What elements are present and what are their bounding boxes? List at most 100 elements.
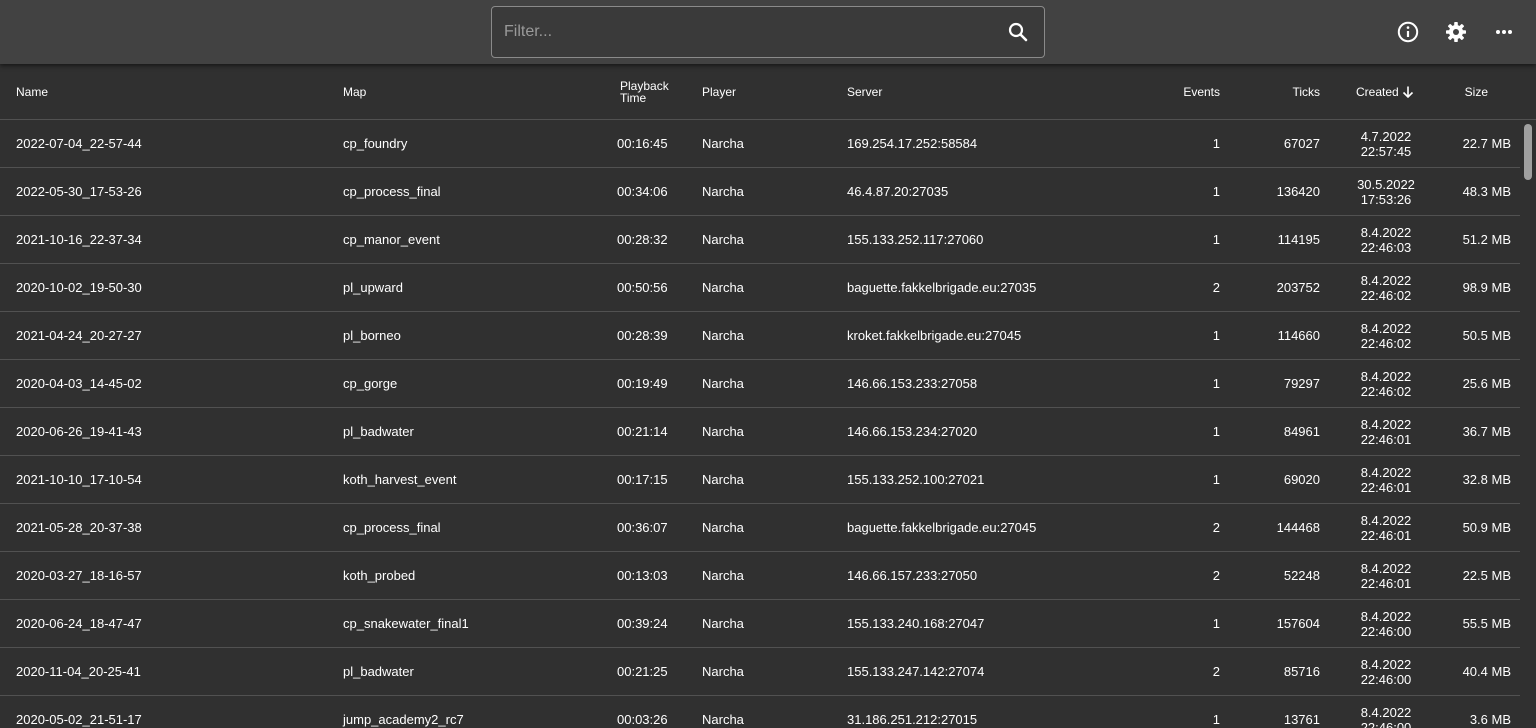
cell-player: Narcha [702,280,744,295]
cell-playback-time: 00:28:32 [617,232,668,247]
table-row[interactable]: 2020-10-02_19-50-30 pl_upward 00:50:56 Narc… [0,264,1520,312]
header-player[interactable]: Player [702,64,822,120]
search-icon[interactable] [1006,20,1030,44]
cell-size: 55.5 MB [1462,616,1511,631]
gear-icon[interactable] [1444,20,1468,44]
table-row[interactable]: 2021-10-10_17-10-54 koth_harvest_event 00:… [0,456,1520,504]
cell-name: 2020-03-27_18-16-57 [16,568,142,583]
cell-playback-time: 00:50:56 [617,280,668,295]
cell-name: 2020-10-02_19-50-30 [16,280,142,295]
more-horiz-icon[interactable] [1492,20,1516,44]
cell-name: 2021-10-10_17-10-54 [16,472,142,487]
cell-player: Narcha [702,136,744,151]
created-time: 22:46:00 [1360,719,1412,728]
created-time: 22:46:00 [1360,623,1412,639]
cell-playback-time: 00:13:03 [617,568,668,583]
cell-playback-time: 00:34:06 [617,184,668,199]
cell-playback-time: 00:21:14 [617,424,668,439]
header-size[interactable]: Size [1440,64,1488,120]
created-date: 8.4.2022 [1360,608,1412,624]
table-row[interactable]: 2020-11-04_20-25-41 pl_badwater 00:21:25 Na… [0,648,1520,696]
created-date: 30.5.2022 [1357,176,1415,192]
header-events[interactable]: Events [1160,64,1220,120]
filter-input[interactable] [504,7,994,56]
table-row[interactable]: 2022-07-04_22-57-44 cp_foundry 00:16:45 Nar… [0,120,1520,168]
cell-ticks: 136420 [1276,184,1320,199]
cell-events: 1 [1212,616,1220,631]
cell-size: 25.6 MB [1462,376,1511,391]
table-row[interactable]: 2020-03-27_18-16-57 koth_probed 00:13:03 Na… [0,552,1520,600]
created-date: 8.4.2022 [1360,512,1412,528]
cell-ticks: 157604 [1276,616,1320,631]
created-time: 22:46:02 [1360,383,1412,399]
table-row[interactable]: 2021-05-28_20-37-38 cp_process_final 00:36… [0,504,1520,552]
header-name[interactable]: Name [16,64,316,120]
cell-name: 2021-10-16_22-37-34 [16,232,142,247]
cell-server: 155.133.252.100:27021 [847,472,985,487]
table-row[interactable]: 2020-06-26_19-41-43 pl_badwater 00:21:14 Na… [0,408,1520,456]
header-playback-time-label: Playback Time [620,79,669,105]
created-time: 22:46:01 [1360,527,1412,543]
cell-map: cp_gorge [343,376,398,391]
cell-server: 146.66.153.233:27058 [847,376,978,391]
table-header: Name Map Playback Time Player Server Eve… [0,64,1536,120]
cell-name: 2021-05-28_20-37-38 [16,520,142,535]
cell-player: Narcha [702,616,744,631]
created-date: 4.7.2022 [1360,128,1412,144]
cell-events: 2 [1212,520,1220,535]
cell-player: Narcha [702,664,744,679]
created-time: 22:46:01 [1360,479,1412,495]
cell-name: 2021-04-24_20-27-27 [16,328,142,343]
cell-server: baguette.fakkelbrigade.eu:27035 [847,280,1037,295]
cell-player: Narcha [702,232,744,247]
cell-playback-time: 00:28:39 [617,328,668,343]
cell-name: 2022-07-04_22-57-44 [16,136,142,151]
info-icon[interactable] [1396,20,1420,44]
created-date: 8.4.2022 [1360,368,1412,384]
cell-events: 2 [1212,664,1220,679]
table-row[interactable]: 2021-04-24_20-27-27 pl_borneo 00:28:39 Narc… [0,312,1520,360]
created-time: 17:53:26 [1360,191,1412,207]
created-time: 22:57:45 [1360,143,1412,159]
header-playback-time[interactable]: Playback Time [620,64,690,120]
cell-map: pl_badwater [343,424,414,439]
cell-map: pl_borneo [343,328,401,343]
cell-events: 1 [1212,472,1220,487]
table-row[interactable]: 2020-05-02_21-51-17 jump_academy2_rc7 00:0… [0,696,1520,728]
scrollbar-track[interactable] [1520,120,1536,728]
cell-server: 169.254.17.252:58584 [847,136,978,151]
scrollbar-thumb[interactable] [1524,124,1532,180]
cell-size: 22.7 MB [1462,136,1511,151]
cell-created: 8.4.2022 22:46:01 [1340,504,1432,551]
cell-map: pl_upward [343,280,403,295]
cell-ticks: 84961 [1283,424,1320,439]
created-date: 8.4.2022 [1360,320,1412,336]
cell-map: cp_manor_event [343,232,440,247]
created-time: 22:46:03 [1360,239,1412,255]
cell-name: 2022-05-30_17-53-26 [16,184,142,199]
header-server[interactable]: Server [847,64,1147,120]
cell-server: 155.133.252.117:27060 [847,232,984,247]
cell-size: 3.6 MB [1469,712,1511,727]
cell-size: 36.7 MB [1462,424,1511,439]
table-row[interactable]: 2020-06-24_18-47-47 cp_snakewater_final1 0… [0,600,1520,648]
cell-created: 8.4.2022 22:46:01 [1340,408,1432,455]
cell-map: koth_harvest_event [343,472,457,487]
cell-playback-time: 00:17:15 [617,472,668,487]
cell-events: 1 [1212,376,1220,391]
table-row[interactable]: 2022-05-30_17-53-26 cp_process_final 00:34… [0,168,1520,216]
cell-created: 8.4.2022 22:46:01 [1340,456,1432,503]
table-row[interactable]: 2021-10-16_22-37-34 cp_manor_event 00:28:3… [0,216,1520,264]
cell-player: Narcha [702,472,744,487]
header-map[interactable]: Map [343,64,603,120]
cell-created: 8.4.2022 22:46:02 [1340,360,1432,407]
header-created[interactable]: Created [1356,64,1436,120]
header-ticks[interactable]: Ticks [1240,64,1320,120]
cell-events: 1 [1212,712,1220,727]
cell-events: 1 [1212,328,1220,343]
table-row[interactable]: 2020-04-03_14-45-02 cp_gorge 00:19:49 Narch… [0,360,1520,408]
created-date: 8.4.2022 [1360,560,1412,576]
cell-created: 4.7.2022 22:57:45 [1340,120,1432,167]
created-date: 8.4.2022 [1360,656,1412,672]
cell-ticks: 144468 [1276,520,1320,535]
